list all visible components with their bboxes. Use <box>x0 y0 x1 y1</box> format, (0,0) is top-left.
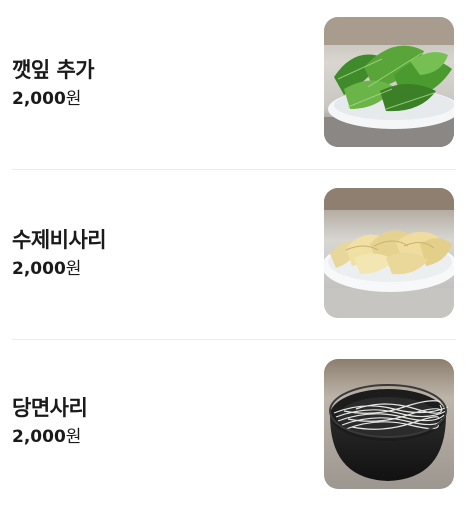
menu-list: 깻잎 추가 2,000원 수제비사리 2,000원 당면사리 2,000원 <box>0 0 468 503</box>
menu-item-price: 2,000원 <box>12 426 302 448</box>
price-amount: 2,000 <box>12 427 66 447</box>
menu-item-info: 수제비사리 2,000원 <box>12 170 302 336</box>
menu-item-glass-noodles[interactable]: 당면사리 2,000원 <box>0 340 468 510</box>
price-currency: 원 <box>65 259 82 279</box>
glass-noodles-image <box>324 359 454 489</box>
price-amount: 2,000 <box>12 259 66 279</box>
perilla-leaves-image <box>324 17 454 147</box>
menu-item-perilla[interactable]: 깻잎 추가 2,000원 <box>0 0 468 170</box>
menu-item-info: 당면사리 2,000원 <box>12 340 302 502</box>
menu-item-info: 깻잎 추가 2,000원 <box>12 0 302 166</box>
menu-item-price: 2,000원 <box>12 88 302 110</box>
menu-item-name: 당면사리 <box>12 396 88 420</box>
menu-item-name: 수제비사리 <box>12 228 107 252</box>
menu-item-price: 2,000원 <box>12 258 302 280</box>
price-amount: 2,000 <box>12 89 66 109</box>
menu-item-sujebi[interactable]: 수제비사리 2,000원 <box>0 170 468 340</box>
price-currency: 원 <box>65 89 82 109</box>
sujebi-dough-image <box>324 188 454 318</box>
menu-item-name: 깻잎 추가 <box>12 58 95 82</box>
price-currency: 원 <box>65 427 82 447</box>
